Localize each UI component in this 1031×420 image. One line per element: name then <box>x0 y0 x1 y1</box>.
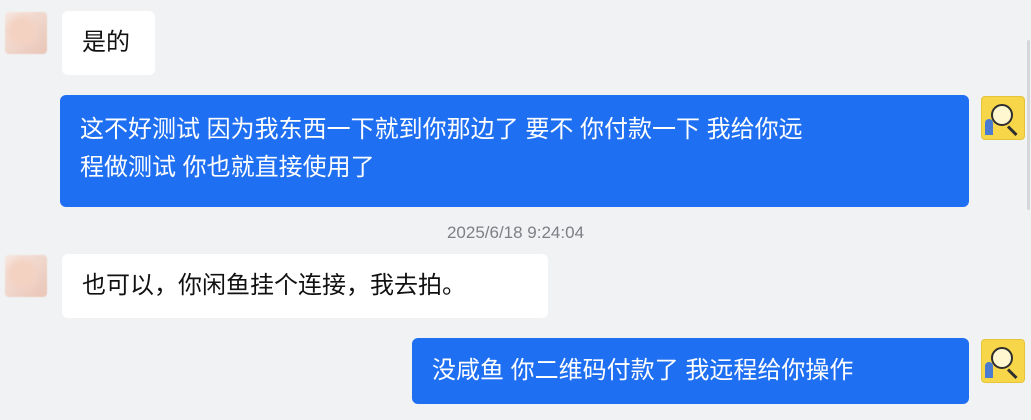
magnifier-handle-shape <box>1006 368 1018 380</box>
message-text-line-1: 这不好测试 因为我东西一下就到你那边了 要不 你付款一下 我给你远 <box>80 116 803 143</box>
scrollbar-thumb[interactable] <box>1027 40 1030 210</box>
magnifier-icon <box>991 347 1013 369</box>
avatar-figure-shape <box>985 362 993 378</box>
message-bubble-incoming[interactable]: 是的 <box>62 11 155 75</box>
scrollbar[interactable] <box>1025 0 1031 420</box>
magnifier-icon <box>991 104 1013 126</box>
message-bubble-outgoing[interactable]: 没咸鱼 你二维码付款了 我远程给你操作 <box>412 338 969 404</box>
user-avatar[interactable] <box>981 339 1025 383</box>
message-text-line-2: 程做测试 你也就直接使用了 <box>80 154 375 181</box>
message-bubble-incoming[interactable]: 也可以，你闲鱼挂个连接，我去拍。 <box>62 254 548 318</box>
message-bubble-outgoing[interactable]: 这不好测试 因为我东西一下就到你那边了 要不 你付款一下 我给你远 程做测试 你… <box>60 95 969 207</box>
message-text: 没咸鱼 你二维码付款了 我远程给你操作 <box>432 357 854 384</box>
message-timestamp: 2025/6/18 9:24:04 <box>446 223 585 242</box>
message-text: 是的 <box>82 29 130 56</box>
user-avatar[interactable] <box>981 96 1025 140</box>
contact-avatar[interactable] <box>5 255 47 297</box>
contact-avatar[interactable] <box>5 12 47 54</box>
magnifier-handle-shape <box>1006 125 1018 137</box>
chat-message-area[interactable]: 是的 这不好测试 因为我东西一下就到你那边了 要不 你付款一下 我给你远 程做测… <box>0 0 1031 420</box>
message-text: 也可以，你闲鱼挂个连接，我去拍。 <box>82 272 466 299</box>
avatar-figure-shape <box>985 119 993 135</box>
